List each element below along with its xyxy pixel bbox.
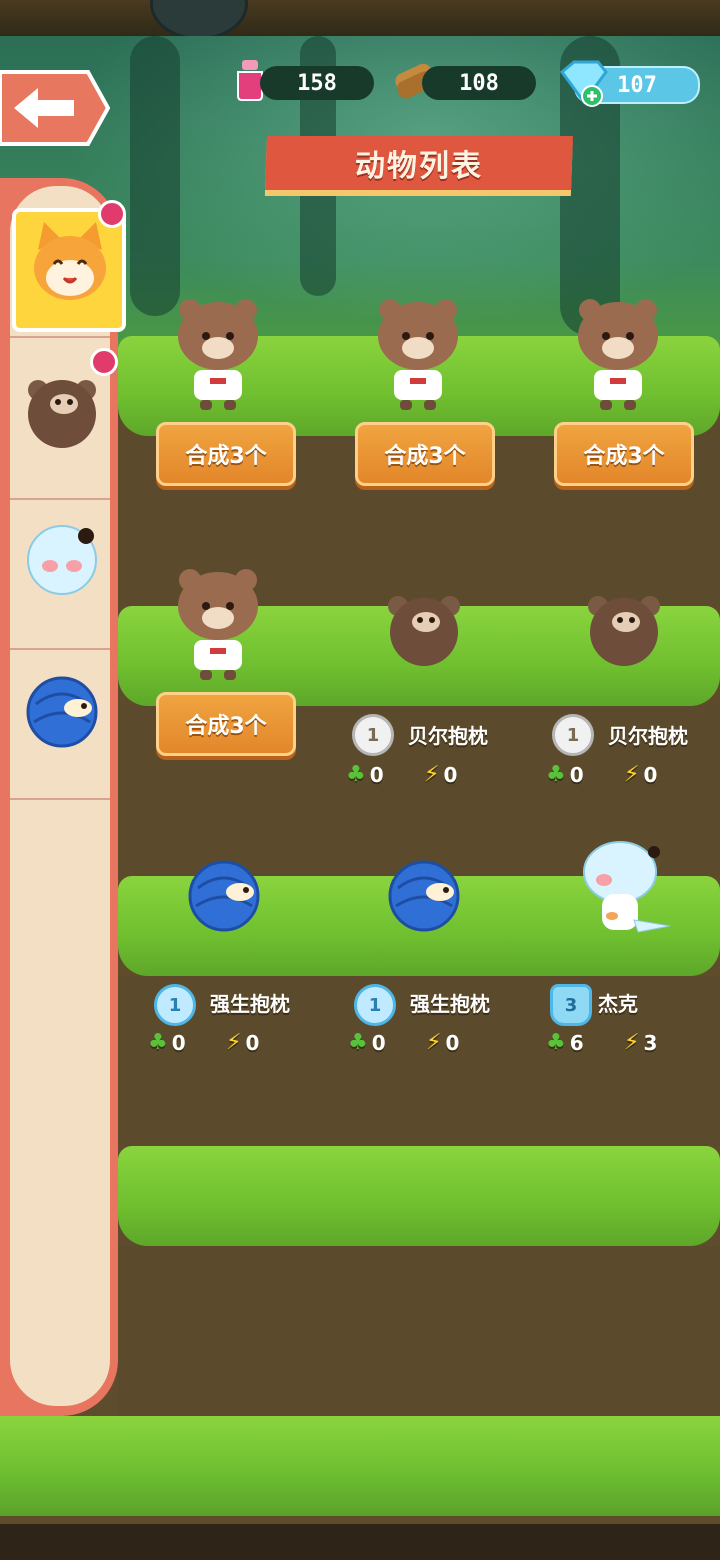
avatar[interactable] [150, 0, 248, 40]
energy-value: 3 [643, 1030, 658, 1055]
wood-counter: 108 [422, 66, 536, 100]
sidebar-tab-cat[interactable] [10, 186, 126, 338]
level-badge: 1 [552, 714, 594, 756]
grass-row [0, 1416, 720, 1516]
pangolin-icon [26, 676, 98, 748]
bear-character[interactable] [170, 296, 266, 414]
page-title: 动物列表 [355, 149, 483, 184]
energy-stat: ⚡ 0 [426, 1030, 459, 1055]
sidebar-tab-seal[interactable] [10, 498, 110, 650]
bear-character[interactable] [570, 296, 666, 414]
bear-icon [28, 380, 96, 448]
cat-icon [34, 222, 106, 300]
tree-trunk [130, 36, 180, 316]
level-badge: 1 [154, 984, 196, 1026]
bear-character[interactable] [170, 566, 266, 684]
bear-pillow[interactable] [384, 592, 464, 668]
bolt-icon: ⚡ [624, 762, 640, 787]
bear-pillow[interactable] [584, 592, 664, 668]
notification-dot [98, 200, 126, 228]
potion-counter: 158 [260, 66, 374, 100]
bolt-icon: ⚡ [426, 1030, 442, 1055]
bolt-icon: ⚡ [624, 1030, 640, 1055]
energy-stat: ⚡ 0 [226, 1030, 259, 1055]
animal-name: 贝尔抱枕 [408, 724, 488, 748]
energy-stat: ⚡ 0 [624, 762, 657, 787]
clover-value: 6 [569, 1030, 584, 1055]
clover-stat: ♣ 0 [546, 762, 584, 787]
clover-stat: ♣ 0 [348, 1030, 386, 1055]
clover-icon: ♣ [546, 1030, 566, 1055]
bolt-icon: ⚡ [424, 762, 440, 787]
energy-stat: ⚡ 3 [624, 1030, 657, 1055]
energy-value: 0 [245, 1030, 260, 1055]
energy-stat: ⚡ 0 [424, 762, 457, 787]
energy-value: 0 [443, 762, 458, 787]
sidebar-tab-bear[interactable] [10, 348, 118, 500]
sidebar-tab-pangolin[interactable] [10, 648, 110, 800]
top-strip [0, 0, 720, 40]
clover-stat: ♣ 6 [546, 1030, 584, 1055]
animal-name: 强生抱枕 [210, 992, 290, 1016]
clover-stat: ♣ 0 [346, 762, 384, 787]
clover-icon: ♣ [348, 1030, 368, 1055]
clover-icon: ♣ [346, 762, 366, 787]
clover-value: 0 [369, 762, 384, 787]
dirt-row [118, 1246, 720, 1416]
back-button[interactable] [0, 70, 110, 146]
merge-button[interactable]: 合成3个 [156, 692, 296, 756]
bolt-icon: ⚡ [226, 1030, 242, 1055]
crown-level-badge: 3 [550, 984, 592, 1026]
pangolin-pillow[interactable] [386, 858, 462, 934]
gem-icon [559, 60, 608, 107]
level-badge: 1 [352, 714, 394, 756]
clover-icon: ♣ [148, 1030, 168, 1055]
clover-value: 0 [371, 1030, 386, 1055]
level-badge: 1 [354, 984, 396, 1026]
grass-row [118, 1146, 720, 1246]
pangolin-pillow[interactable] [186, 858, 262, 934]
merge-button[interactable]: 合成3个 [554, 422, 694, 486]
clover-icon: ♣ [546, 762, 566, 787]
seal-icon [27, 525, 97, 595]
clover-stat: ♣ 0 [148, 1030, 186, 1055]
animal-name: 贝尔抱枕 [608, 724, 688, 748]
energy-value: 0 [445, 1030, 460, 1055]
bear-character[interactable] [370, 296, 466, 414]
clover-value: 0 [569, 762, 584, 787]
merge-button[interactable]: 合成3个 [355, 422, 495, 486]
merge-button[interactable]: 合成3个 [156, 422, 296, 486]
seal-character[interactable] [574, 836, 674, 946]
animal-name: 杰克 [598, 992, 638, 1016]
energy-value: 0 [643, 762, 658, 787]
clover-value: 0 [171, 1030, 186, 1055]
bottom-strip [0, 1524, 720, 1560]
notification-dot [90, 348, 118, 376]
animal-name: 强生抱枕 [410, 992, 490, 1016]
